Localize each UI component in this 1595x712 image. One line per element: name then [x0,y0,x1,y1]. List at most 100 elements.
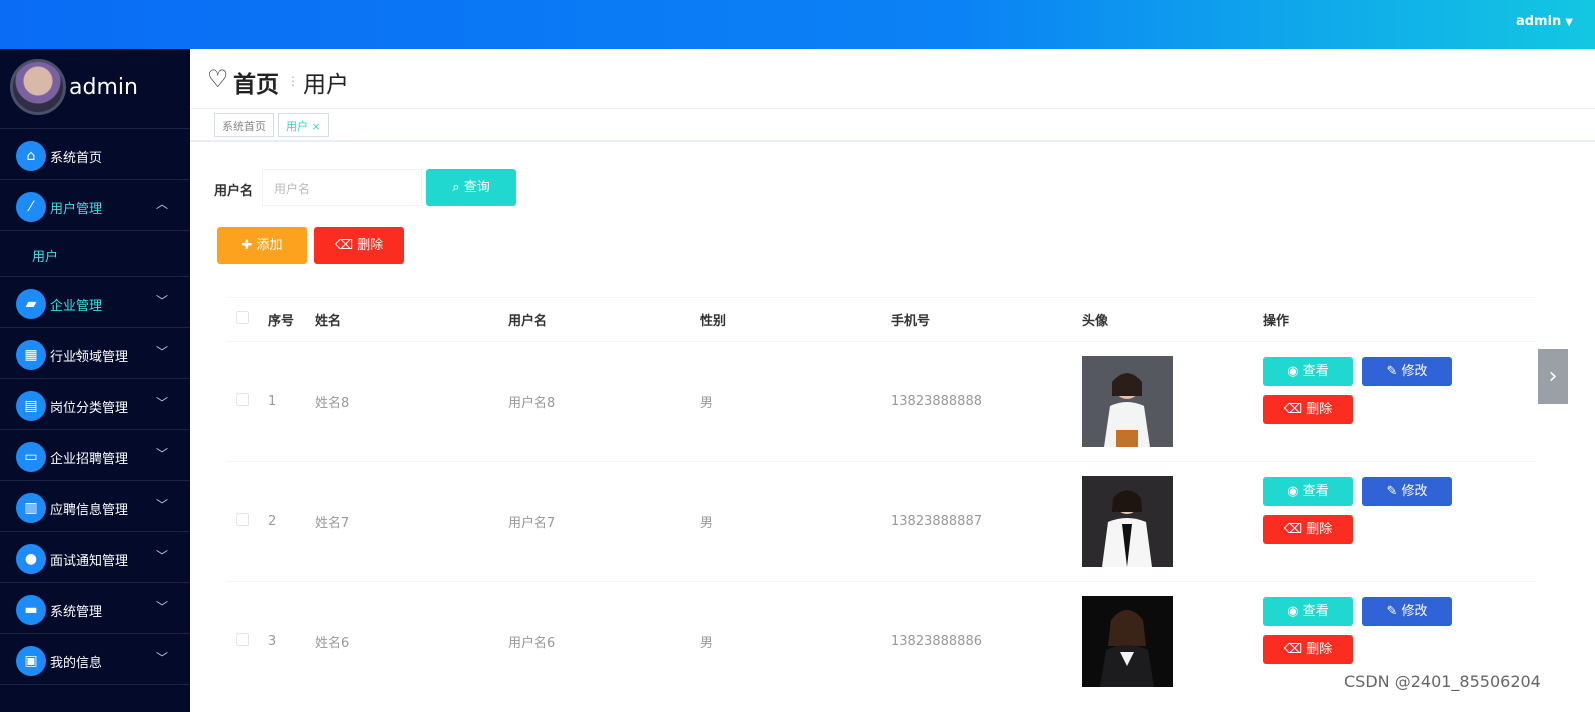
sidebar-item-label: 系统管理 [50,605,103,620]
edit-button[interactable]: ✎ 修改 [1362,356,1452,386]
chevron-down-icon: ﹀ [155,396,168,410]
sidebar-item-home[interactable]: ⌂ 系统首页 [0,129,190,180]
user-photo [1082,596,1173,688]
search-input[interactable]: 用户名 [262,169,422,206]
sidebar-item-enterprise[interactable]: ▰ 企业管理 ﹀ [0,277,190,328]
plus-icon: ✚ [241,238,253,253]
cell-username: 用户名7 [508,461,700,582]
sidebar-item-label: 企业招聘管理 [50,452,129,467]
sidebar-item-label: 我的信息 [50,656,103,671]
cell-name: 姓名8 [315,341,508,462]
chevron-down-icon: ﹀ [155,600,168,614]
chevron-down-icon: ﹀ [155,447,168,461]
cell-phone: 13823888887 [891,461,1082,582]
tab-home[interactable]: 系统首页 [214,113,274,137]
sidebar-item-label: 系统首页 [50,151,103,166]
cell-index: 1 [268,341,315,462]
remove-button[interactable]: ⌫ 删除 [1263,394,1353,424]
watermark: CSDN @2401_85506204 [1344,672,1541,691]
sidebar-item-industry[interactable]: ▦ 行业领域管理 ﹀ [0,328,190,379]
heart-icon: ♡ [207,65,229,93]
sidebar-item-job-category[interactable]: ▤ 岗位分类管理 ﹀ [0,379,190,430]
delete-button[interactable]: ⌫ 删除 [314,227,404,264]
chevron-down-icon: ﹀ [155,549,168,563]
sidebar-item-label: 岗位分类管理 [50,401,129,416]
chat-icon: ▬ [16,595,46,625]
delete-button-label: 删除 [357,238,384,253]
user-photo [1082,476,1173,567]
breadcrumb-separator: ⋮ [287,74,299,88]
user-menu[interactable]: admin ▼ [1516,14,1573,29]
sidebar-item-recruitment[interactable]: ▭ 企业招聘管理 ﹀ [0,430,190,481]
pencil-icon: ✎ [1386,363,1398,379]
add-button[interactable]: ✚ 添加 [217,227,307,264]
cell-avatar [1082,341,1263,462]
column-header-actions: 操作 [1263,297,1536,342]
briefcase-icon: ▰ [16,289,46,319]
search-button[interactable]: ⌕ 查询 [426,169,516,206]
cell-gender: 男 [700,581,891,702]
chevron-down-icon: ﹀ [155,651,168,665]
sidebar-item-label: 企业管理 [50,299,103,314]
column-header-username: 用户名 [508,297,700,342]
view-button[interactable]: ◉ 查看 [1263,476,1353,506]
row-select-cell [226,341,268,462]
remove-button-label: 删除 [1306,641,1333,657]
remove-button[interactable]: ⌫ 删除 [1263,634,1353,664]
book-icon: ▥ [16,493,46,523]
sidebar-item-interview[interactable]: ● 面试通知管理 ﹀ [0,532,190,583]
edit-button-label: 修改 [1401,603,1428,619]
table-row: 3 姓名6 用户名6 男 13823888886 ◉ 查看 ✎ 修改 ⌫ 删除 [226,581,1536,702]
search-button-label: 查询 [463,180,490,195]
cell-gender: 男 [700,341,891,462]
trash-icon: ⌫ [1283,401,1303,417]
profile: admin [0,49,190,129]
edit-button-label: 修改 [1401,363,1428,379]
sidebar-item-application[interactable]: ▥ 应聘信息管理 ﹀ [0,481,190,532]
eye-icon: ◉ [1287,603,1299,619]
sidebar-item-user-management[interactable]: ⁄ 用户管理 ︿ [0,180,190,231]
cell-actions: ◉ 查看 ✎ 修改 ⌫ 删除 [1263,461,1536,582]
row-select-cell [226,581,268,702]
sidebar-subitem-user[interactable]: 用户 [0,231,190,277]
cell-avatar [1082,461,1263,582]
sidebar-item-label: 面试通知管理 [50,554,129,569]
next-arrow-button[interactable]: › [1538,349,1568,404]
remove-button[interactable]: ⌫ 删除 [1263,514,1353,544]
edit-button[interactable]: ✎ 修改 [1362,476,1452,506]
select-all-cell [226,297,268,342]
cell-name: 姓名7 [315,461,508,582]
tab-user[interactable]: 用户 × [278,113,329,137]
row-checkbox[interactable] [236,633,249,647]
cell-name: 姓名6 [315,581,508,702]
row-checkbox[interactable] [236,393,249,406]
person-icon: ● [16,544,46,574]
column-header-index: 序号 [268,297,315,342]
profile-name: admin [69,75,138,100]
row-select-cell [226,461,268,582]
user-table: 序号 姓名 用户名 性别 手机号 头像 操作 1 姓名8 用户名8 男 1382… [226,297,1536,702]
remove-button-label: 删除 [1306,401,1333,417]
view-button-label: 查看 [1302,363,1329,379]
cell-phone: 13823888886 [891,581,1082,702]
sidebar-item-label: 应聘信息管理 [50,503,129,518]
page-subtitle: 用户 [303,72,349,98]
main-content: ♡ 首页 ⋮ 用户 系统首页 用户 × 用户名 用户名 ⌕ 查询 ✚ 添加 ⌫ … [190,49,1595,712]
chevron-down-icon: ﹀ [155,498,168,512]
sidebar-item-system[interactable]: ▬ 系统管理 ﹀ [0,583,190,634]
cell-gender: 男 [700,461,891,582]
sidebar-item-my-info[interactable]: ▣ 我的信息 ﹀ [0,634,190,685]
cell-index: 3 [268,581,315,702]
view-button[interactable]: ◉ 查看 [1263,356,1353,386]
cell-phone: 13823888888 [891,341,1082,462]
pencil-icon: ✎ [1386,603,1398,619]
column-header-name: 姓名 [315,297,508,342]
edit-button[interactable]: ✎ 修改 [1362,596,1452,626]
table-header-row: 序号 姓名 用户名 性别 手机号 头像 操作 [226,297,1536,342]
view-button[interactable]: ◉ 查看 [1263,596,1353,626]
select-all-checkbox[interactable] [236,311,249,324]
trash-icon: ⌫ [334,238,354,253]
sidebar: admin ⌂ 系统首页 ⁄ 用户管理 ︿ 用户 ▰ 企业管理 ﹀ ▦ 行业领域… [0,49,190,712]
chevron-right-icon: › [1548,364,1558,389]
row-checkbox[interactable] [236,513,249,526]
